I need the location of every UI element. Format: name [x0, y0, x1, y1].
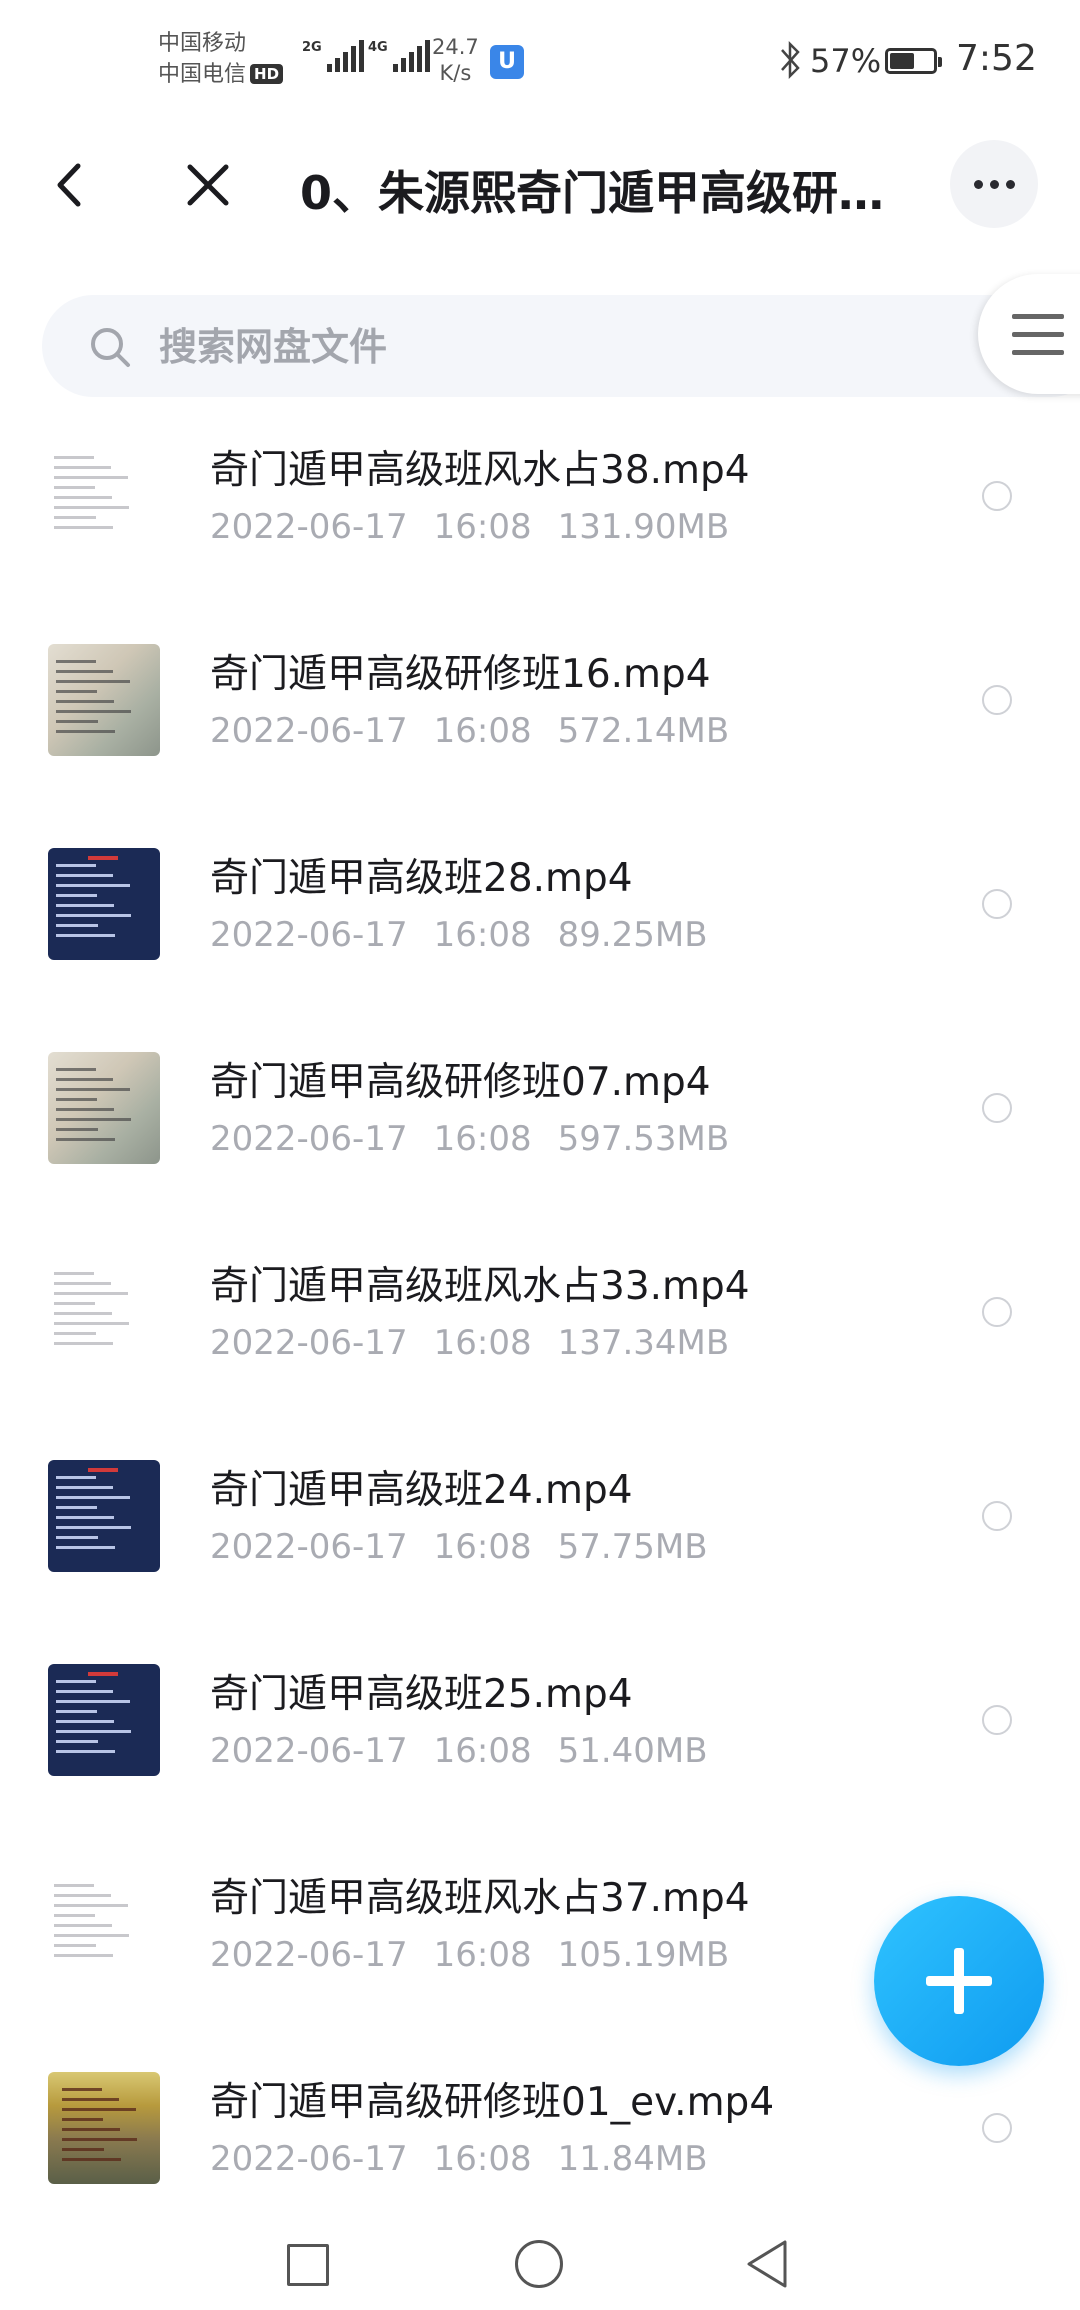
signal-2g-icon: 2G — [302, 40, 364, 72]
battery-percent: 57% — [810, 42, 882, 80]
file-size: 89.25MB — [557, 915, 708, 955]
file-row[interactable]: 奇门遁甲高级班25.mp4 2022-06-17 16:08 51.40MB — [0, 1649, 1080, 1853]
file-size: 11.84MB — [557, 2139, 708, 2179]
file-meta: 2022-06-17 16:08 11.84MB — [210, 2139, 734, 2179]
select-radio[interactable] — [982, 1297, 1012, 1327]
file-name: 奇门遁甲高级班25.mp4 — [210, 1672, 633, 1717]
hd-badge: HD — [250, 64, 284, 84]
file-row[interactable]: 奇门遁甲高级班24.mp4 2022-06-17 16:08 57.75MB — [0, 1445, 1080, 1649]
search-input[interactable] — [157, 315, 861, 379]
file-row[interactable]: 奇门遁甲高级班风水占38.mp4 2022-06-17 16:08 131.90MB — [0, 425, 1080, 629]
file-size: 597.53MB — [557, 1119, 730, 1159]
file-row[interactable]: 奇门遁甲高级研修班16.mp4 2022-06-17 16:08 572.14MB — [0, 629, 1080, 833]
file-thumbnail — [48, 1256, 160, 1368]
file-date: 2022-06-17 — [210, 915, 408, 955]
file-time: 16:08 — [433, 1935, 532, 1975]
file-name: 奇门遁甲高级班24.mp4 — [210, 1468, 633, 1513]
carrier-1: 中国移动 — [158, 31, 247, 56]
page-title: 0、朱源熙奇门遁甲高级研修班 — [300, 166, 900, 220]
app-notification-icon: U — [490, 45, 524, 79]
file-name: 奇门遁甲高级班28.mp4 — [210, 856, 633, 901]
file-size: 131.90MB — [557, 507, 730, 547]
file-name: 奇门遁甲高级班风水占33.mp4 — [210, 1264, 750, 1309]
file-meta: 2022-06-17 16:08 572.14MB — [210, 711, 755, 751]
more-horizontal-icon[interactable] — [950, 140, 1038, 228]
file-time: 16:08 — [433, 2139, 532, 2179]
select-radio[interactable] — [982, 889, 1012, 919]
file-name: 奇门遁甲高级研修班01_ev.mp4 — [210, 2080, 775, 2125]
file-row[interactable]: 奇门遁甲高级班风水占33.mp4 2022-06-17 16:08 137.34MB — [0, 1241, 1080, 1445]
file-date: 2022-06-17 — [210, 507, 408, 547]
file-date: 2022-06-17 — [210, 1323, 408, 1363]
file-time: 16:08 — [433, 1527, 532, 1567]
file-date: 2022-06-17 — [210, 711, 408, 751]
file-name: 奇门遁甲高级班风水占38.mp4 — [210, 448, 750, 493]
carrier-2: 中国电信 — [158, 62, 247, 87]
clock: 7:52 — [956, 38, 1037, 79]
file-thumbnail — [48, 2072, 160, 2184]
file-time: 16:08 — [433, 915, 532, 955]
file-thumbnail — [48, 848, 160, 960]
home-icon[interactable] — [515, 2240, 563, 2288]
signal-4g-icon: 4G — [368, 40, 430, 72]
file-date: 2022-06-17 — [210, 1731, 408, 1771]
file-time: 16:08 — [433, 1323, 532, 1363]
file-size: 57.75MB — [557, 1527, 708, 1567]
file-thumbnail — [48, 1052, 160, 1164]
select-radio[interactable] — [982, 1705, 1012, 1735]
file-time: 16:08 — [433, 1119, 532, 1159]
battery-icon — [885, 48, 942, 74]
back-triangle-icon[interactable] — [745, 2238, 789, 2290]
header: 0、朱源熙奇门遁甲高级研修班 — [0, 115, 1080, 255]
file-meta: 2022-06-17 16:08 57.75MB — [210, 1527, 734, 1567]
plus-icon[interactable] — [874, 1896, 1044, 2066]
file-meta: 2022-06-17 16:08 597.53MB — [210, 1119, 755, 1159]
file-thumbnail — [48, 440, 160, 552]
file-row[interactable]: 奇门遁甲高级研修班07.mp4 2022-06-17 16:08 597.53MB — [0, 1037, 1080, 1241]
close-icon[interactable] — [185, 162, 231, 208]
file-date: 2022-06-17 — [210, 2139, 408, 2179]
file-thumbnail — [48, 1868, 160, 1980]
file-meta: 2022-06-17 16:08 89.25MB — [210, 915, 734, 955]
file-time: 16:08 — [433, 711, 532, 751]
recent-apps-icon[interactable] — [287, 2244, 329, 2286]
file-date: 2022-06-17 — [210, 1935, 408, 1975]
file-thumbnail — [48, 1664, 160, 1776]
file-size: 137.34MB — [557, 1323, 730, 1363]
file-name: 奇门遁甲高级研修班16.mp4 — [210, 652, 711, 697]
file-time: 16:08 — [433, 1731, 532, 1771]
bluetooth-icon — [781, 40, 800, 80]
file-time: 16:08 — [433, 507, 532, 547]
status-bar: 中国移动 中国电信 HD 2G 4G 24.7 K/s U 57% 7:52 — [0, 0, 1080, 115]
select-radio[interactable] — [982, 1093, 1012, 1123]
file-thumbnail — [48, 644, 160, 756]
file-date: 2022-06-17 — [210, 1527, 408, 1567]
chevron-left-icon[interactable] — [50, 160, 90, 210]
file-row[interactable]: 奇门遁甲高级班28.mp4 2022-06-17 16:08 89.25MB — [0, 833, 1080, 1037]
file-size: 105.19MB — [557, 1935, 730, 1975]
select-radio[interactable] — [982, 685, 1012, 715]
select-radio[interactable] — [982, 481, 1012, 511]
system-nav-bar — [0, 2200, 1080, 2310]
file-meta: 2022-06-17 16:08 51.40MB — [210, 1731, 734, 1771]
network-speed: 24.7 K/s — [432, 35, 479, 85]
file-meta: 2022-06-17 16:08 105.19MB — [210, 1935, 755, 1975]
select-radio[interactable] — [982, 2113, 1012, 2143]
file-name: 奇门遁甲高级研修班07.mp4 — [210, 1060, 711, 1105]
select-radio[interactable] — [982, 1501, 1012, 1531]
search-icon — [91, 328, 130, 367]
file-size: 51.40MB — [557, 1731, 708, 1771]
file-date: 2022-06-17 — [210, 1119, 408, 1159]
file-size: 572.14MB — [557, 711, 730, 751]
file-meta: 2022-06-17 16:08 137.34MB — [210, 1323, 755, 1363]
carrier-info: 中国移动 中国电信 HD — [158, 28, 284, 90]
file-thumbnail — [48, 1460, 160, 1572]
file-meta: 2022-06-17 16:08 131.90MB — [210, 507, 755, 547]
search-bar[interactable] — [42, 295, 1080, 397]
file-name: 奇门遁甲高级班风水占37.mp4 — [210, 1876, 750, 1921]
